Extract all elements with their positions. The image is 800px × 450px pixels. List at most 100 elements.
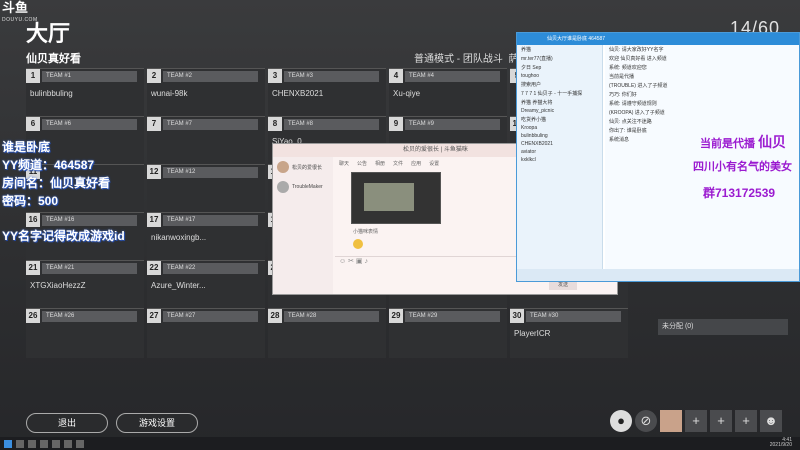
yy-channel-item[interactable]: bulinbbuling (517, 132, 602, 140)
emoji-icon (353, 239, 363, 249)
chat-tab[interactable]: 应用 (411, 161, 421, 167)
yy-message: 仙贝: 点关注不迷路 (609, 119, 652, 125)
yy-channel-item[interactable]: Dreamy_picnic (517, 107, 602, 115)
slot-number: 22 (147, 261, 161, 275)
yy-channel-item[interactable]: 养猫 (517, 45, 602, 54)
team-slot[interactable]: 26 TEAM #26 (26, 308, 144, 358)
team-slot[interactable]: 27 TEAM #27 (147, 308, 265, 358)
clock: 4:41 2021/9/20 (769, 437, 792, 448)
yy-channel-item[interactable]: 养猫 养猫大将 (517, 98, 602, 107)
yy-channel-item[interactable]: CHENXB2021 (517, 140, 602, 148)
yy-chat-log: 仙贝: 请大家改好YY名字 欢迎 仙贝真好看 进入频道 系统: 频道欢迎您 当前是代播… (605, 45, 799, 269)
slot-number: 6 (26, 117, 40, 131)
yy-channel-item[interactable]: Kroopa (517, 124, 602, 132)
app-icon[interactable] (64, 439, 72, 448)
unassigned-list[interactable]: 未分配 (0) (658, 319, 788, 335)
team-slot[interactable]: 7 TEAM #7 (147, 116, 265, 166)
team-slot[interactable]: 4 TEAM #4 Xu-qiye (389, 68, 507, 118)
shared-image[interactable] (351, 172, 441, 224)
yy-channel-item[interactable]: kxklkcl (517, 156, 602, 164)
send-button[interactable]: 发送 (549, 281, 577, 290)
avatar (277, 181, 289, 193)
chat-tab[interactable]: 相册 (375, 161, 385, 167)
bottom-toolbar: ● ⊘ + + + ☻ (610, 410, 782, 434)
yy-message: (KROOPA) 进入了子频道 (609, 110, 665, 116)
team-label: TEAM #9 (405, 119, 500, 130)
friends-icon[interactable]: ☻ (760, 410, 782, 432)
team-slot[interactable]: 22 TEAM #22 Azure_Winter... (147, 260, 265, 310)
add-slot-icon[interactable]: + (710, 410, 732, 432)
team-slot[interactable]: 28 TEAM #28 (268, 308, 386, 358)
team-slot[interactable]: 12 TEAM #12 (147, 164, 265, 214)
team-label: TEAM #16 (42, 215, 137, 226)
lobby-title: 大厅 (26, 21, 71, 46)
chat-tab[interactable]: 文件 (393, 161, 403, 167)
app-icon[interactable] (40, 439, 48, 448)
yy-window[interactable]: 仙贝大厅谁是卧底 464587 养猫 mr.ter77(直播) 夕日 Sep toug… (516, 32, 800, 282)
promo-now: 当前是代播 仙贝 (700, 134, 787, 150)
team-label: TEAM #29 (405, 311, 500, 322)
app-icon[interactable] (28, 439, 36, 448)
team-label: TEAM #7 (163, 119, 258, 130)
team-label: TEAM #30 (526, 311, 621, 322)
add-slot-icon[interactable]: + (685, 410, 707, 432)
yy-channel-list[interactable]: 养猫 mr.ter77(直播) 夕日 Sep toughoo 搜索用户 7 7 7 1 仙… (517, 45, 603, 269)
team-slot[interactable]: 21 TEAM #21 XTGXiaoHezzZ (26, 260, 144, 310)
yy-channel-item[interactable]: mr.ter77(直播) (517, 54, 602, 63)
slot-number: 21 (26, 261, 40, 275)
team-label: TEAM #26 (42, 311, 137, 322)
player-name: PlayerICR (514, 329, 551, 338)
no-voice-icon[interactable]: ⊘ (635, 410, 657, 432)
start-icon[interactable] (4, 439, 12, 448)
chat-tab[interactable]: 公告 (357, 161, 367, 167)
team-slot[interactable]: 30 TEAM #30 PlayerICR (510, 308, 628, 358)
avatar[interactable] (660, 410, 682, 432)
team-label: TEAM #4 (405, 71, 500, 82)
chat-tab[interactable]: 设置 (429, 161, 439, 167)
player-name: wunai-98k (151, 89, 188, 98)
overlay-line5: YY名字记得改成游戏id (2, 229, 125, 243)
team-slot[interactable]: 29 TEAM #29 (389, 308, 507, 358)
yy-message: 巧巧: 你们好 (609, 92, 637, 98)
app-icon[interactable] (52, 439, 60, 448)
slot-number: 17 (147, 213, 161, 227)
team-label: TEAM #12 (163, 167, 258, 178)
promo-desc: 四川小有名气的美女 (693, 161, 792, 173)
taskbar: 4:41 2021/9/20 (0, 437, 800, 450)
add-slot-icon[interactable]: + (735, 410, 757, 432)
yy-channel-item[interactable]: 吃货养小猫 (517, 115, 602, 124)
yy-message: 系统: 频道欢迎您 (609, 65, 647, 71)
exit-button[interactable]: 退出 (26, 413, 108, 433)
contact-item[interactable]: TroubleMaker (273, 177, 333, 197)
slot-number: 30 (510, 309, 524, 323)
yy-channel-item[interactable]: toughoo (517, 72, 602, 80)
yy-message: 系统: 请遵守频道规则 (609, 101, 657, 107)
slot-number: 16 (26, 213, 40, 227)
slot-number: 2 (147, 69, 161, 83)
app-icon[interactable] (76, 439, 84, 448)
contact-item[interactable]: 松贝的爱很长 (273, 157, 333, 177)
yy-message: 仙贝: 请大家改好YY名字 (609, 47, 664, 53)
team-slot[interactable]: 1 TEAM #1 bulinbbuling (26, 68, 144, 118)
yy-channel-item[interactable]: 搜索用户 (517, 80, 602, 89)
yy-channel-item[interactable]: 7 7 7 1 仙贝子 - 十一手捕探 (517, 89, 602, 98)
team-slot[interactable]: 2 TEAM #2 wunai-98k (147, 68, 265, 118)
slot-number: 29 (389, 309, 403, 323)
slot-number: 1 (26, 69, 40, 83)
yy-message: (TROUBLE) 进入了子频道 (609, 83, 668, 89)
slot-number: 7 (147, 117, 161, 131)
yy-channel-item[interactable]: 夕日 Sep (517, 63, 602, 72)
slot-number: 26 (26, 309, 40, 323)
overlay-line4: 密码：500 (2, 194, 59, 208)
team-label: TEAM #8 (284, 119, 379, 130)
game-settings-button[interactable]: 游戏设置 (116, 413, 198, 433)
app-icon[interactable] (16, 439, 24, 448)
team-slot[interactable]: 17 TEAM #17 nikanwoxingb... (147, 212, 265, 262)
slot-number: 8 (268, 117, 282, 131)
chat-icon[interactable]: ● (610, 410, 632, 432)
overlay-line3: 房间名：仙贝真好看 (2, 176, 111, 190)
team-label: TEAM #2 (163, 71, 258, 82)
chat-tab[interactable]: 聊天 (339, 161, 349, 167)
team-slot[interactable]: 3 TEAM #3 CHENXB2021 (268, 68, 386, 118)
yy-channel-item[interactable]: aviator (517, 148, 602, 156)
